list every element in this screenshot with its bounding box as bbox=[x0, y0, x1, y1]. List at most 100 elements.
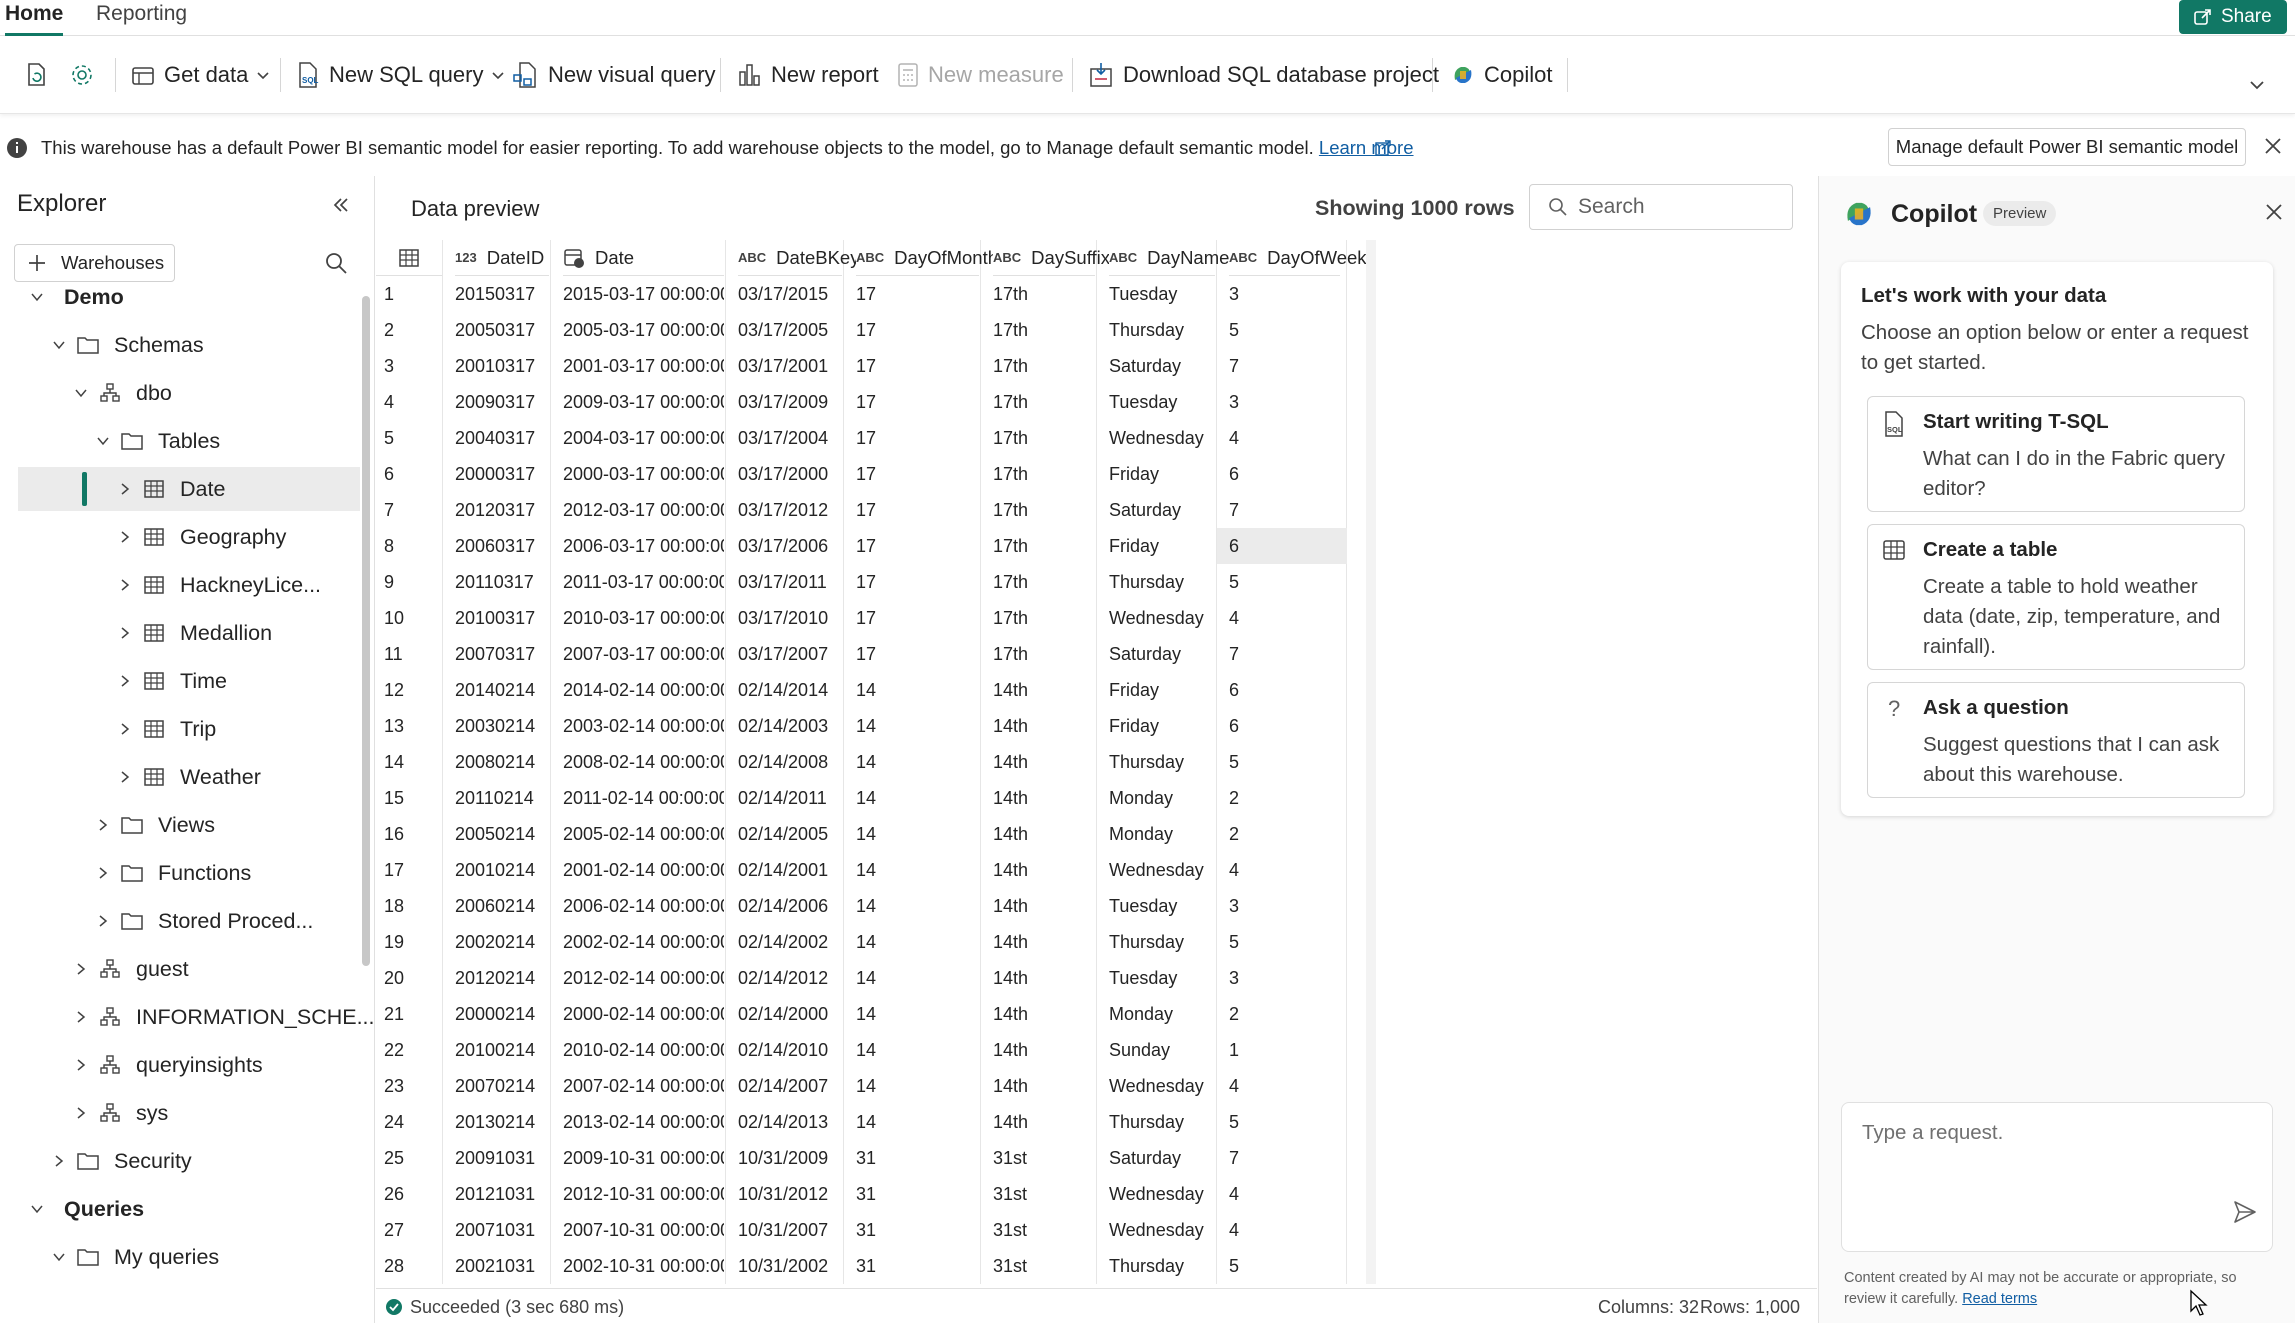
table-cell[interactable]: Monday bbox=[1109, 996, 1215, 1032]
column-header[interactable]: ABC DayOfMonth bbox=[856, 240, 998, 276]
table-cell[interactable]: Friday bbox=[1109, 672, 1215, 708]
table-cell[interactable]: 03/17/2012 bbox=[738, 492, 842, 528]
table-row[interactable]: 6 20000317 2000-03-17 00:00:00.000000 03/17… bbox=[376, 456, 1376, 492]
table-row[interactable]: 16 20050214 2005-02-14 00:00:00.000000 02/1… bbox=[376, 816, 1376, 852]
table-cell[interactable]: Monday bbox=[1109, 816, 1215, 852]
new-visual-query-button[interactable]: New visual query bbox=[512, 55, 716, 95]
table-cell[interactable]: 03/17/2007 bbox=[738, 636, 842, 672]
tree-item[interactable]: Weather bbox=[112, 755, 261, 799]
table-row[interactable]: 23 20070214 2007-02-14 00:00:00.000000 02/1… bbox=[376, 1068, 1376, 1104]
table-cell[interactable]: 4 bbox=[1229, 1212, 1340, 1248]
table-cell[interactable]: 2 bbox=[1229, 996, 1340, 1032]
table-cell[interactable]: 20140214 bbox=[455, 672, 549, 708]
table-cell[interactable]: 2008-02-14 00:00:00.000000 bbox=[563, 744, 724, 780]
chevron-right-icon[interactable] bbox=[90, 818, 116, 832]
table-row[interactable]: 2 20050317 2005-03-17 00:00:00.000000 03/17… bbox=[376, 312, 1376, 348]
table-row[interactable]: 3 20010317 2001-03-17 00:00:00.000000 03/17… bbox=[376, 348, 1376, 384]
table-row[interactable]: 24 20130214 2013-02-14 00:00:00.000000 02/1… bbox=[376, 1104, 1376, 1140]
table-cell[interactable]: 20080214 bbox=[455, 744, 549, 780]
tree-item[interactable]: HackneyLice... bbox=[112, 563, 321, 607]
table-cell[interactable]: 02/14/2003 bbox=[738, 708, 842, 744]
table-cell[interactable]: 31 bbox=[856, 1140, 979, 1176]
table-cell[interactable]: 20100214 bbox=[455, 1032, 549, 1068]
table-cell[interactable]: 20060214 bbox=[455, 888, 549, 924]
table-cell[interactable]: 31st bbox=[993, 1140, 1095, 1176]
table-cell[interactable]: 20121031 bbox=[455, 1176, 549, 1212]
table-cell[interactable]: 02/14/2005 bbox=[738, 816, 842, 852]
table-cell[interactable]: 2015-03-17 00:00:00.000000 bbox=[563, 276, 724, 312]
refresh-button[interactable] bbox=[22, 55, 50, 95]
table-cell[interactable]: 17 bbox=[856, 384, 979, 420]
table-cell[interactable]: 5 bbox=[1229, 1248, 1340, 1284]
tree-item[interactable]: Stored Proced... bbox=[90, 899, 313, 943]
table-cell[interactable]: 2005-02-14 00:00:00.000000 bbox=[563, 816, 724, 852]
table-cell[interactable]: 20030214 bbox=[455, 708, 549, 744]
chevron-down-icon[interactable] bbox=[24, 1202, 50, 1216]
tab-reporting[interactable]: Reporting bbox=[96, 2, 187, 36]
table-cell[interactable]: Tuesday bbox=[1109, 888, 1215, 924]
table-row[interactable]: 13 20030214 2003-02-14 00:00:00.000000 02/1… bbox=[376, 708, 1376, 744]
chevron-right-icon[interactable] bbox=[90, 866, 116, 880]
suggestion-start-tsql[interactable]: SQL Start writing T-SQL What can I do in… bbox=[1867, 396, 2245, 512]
table-cell[interactable]: 20150317 bbox=[455, 276, 549, 312]
table-cell[interactable]: 20110214 bbox=[455, 780, 549, 816]
table-cell[interactable]: 20120317 bbox=[455, 492, 549, 528]
table-cell[interactable]: 20090317 bbox=[455, 384, 549, 420]
table-cell[interactable]: 20110317 bbox=[455, 564, 549, 600]
table-cell[interactable]: 17 bbox=[856, 636, 979, 672]
chevron-right-icon[interactable] bbox=[46, 1154, 72, 1168]
chevron-right-icon[interactable] bbox=[90, 914, 116, 928]
table-cell[interactable]: Thursday bbox=[1109, 564, 1215, 600]
tree-item[interactable]: sys bbox=[68, 1091, 168, 1135]
table-cell[interactable]: 7 bbox=[1229, 348, 1340, 384]
table-cell[interactable]: 20070214 bbox=[455, 1068, 549, 1104]
table-cell[interactable]: 31 bbox=[856, 1212, 979, 1248]
table-cell[interactable]: 10/31/2002 bbox=[738, 1248, 842, 1284]
table-cell[interactable]: 2002-10-31 00:00:00.000000 bbox=[563, 1248, 724, 1284]
grid-scrollbar[interactable] bbox=[1366, 240, 1376, 1284]
table-cell[interactable]: 4 bbox=[1229, 600, 1340, 636]
table-cell[interactable]: Tuesday bbox=[1109, 276, 1215, 312]
table-cell[interactable]: 17th bbox=[993, 348, 1095, 384]
table-cell[interactable]: 2001-03-17 00:00:00.000000 bbox=[563, 348, 724, 384]
table-row[interactable]: 9 20110317 2011-03-17 00:00:00.000000 03/17… bbox=[376, 564, 1376, 600]
read-terms-link[interactable]: Read terms bbox=[1962, 1291, 2037, 1307]
table-cell[interactable]: 2012-10-31 00:00:00.000000 bbox=[563, 1176, 724, 1212]
table-row[interactable]: 27 20071031 2007-10-31 00:00:00.000000 10/3… bbox=[376, 1212, 1376, 1248]
table-cell[interactable]: 17 bbox=[856, 456, 979, 492]
table-cell[interactable]: 7 bbox=[1229, 636, 1340, 672]
table-cell[interactable]: 17 bbox=[856, 348, 979, 384]
table-row[interactable]: 21 20000214 2000-02-14 00:00:00.000000 02/1… bbox=[376, 996, 1376, 1032]
table-cell[interactable]: 02/14/2007 bbox=[738, 1068, 842, 1104]
table-cell[interactable]: Friday bbox=[1109, 528, 1215, 564]
column-header[interactable]: ABC DayOfWeek bbox=[1229, 240, 1367, 276]
table-cell[interactable]: 17th bbox=[993, 600, 1095, 636]
send-button[interactable] bbox=[2232, 1199, 2258, 1230]
table-cell[interactable]: Sunday bbox=[1109, 1032, 1215, 1068]
chevron-right-icon[interactable] bbox=[112, 578, 138, 592]
table-cell[interactable]: 14 bbox=[856, 1032, 979, 1068]
table-cell[interactable]: Wednesday bbox=[1109, 420, 1215, 456]
table-cell[interactable]: Friday bbox=[1109, 456, 1215, 492]
table-row[interactable]: 10 20100317 2010-03-17 00:00:00.000000 03/1… bbox=[376, 600, 1376, 636]
tree-item[interactable]: Tables bbox=[90, 419, 220, 463]
chevron-right-icon[interactable] bbox=[68, 1058, 94, 1072]
select-all-cell[interactable] bbox=[376, 240, 442, 276]
table-cell[interactable]: 17th bbox=[993, 384, 1095, 420]
table-cell[interactable]: 2007-02-14 00:00:00.000000 bbox=[563, 1068, 724, 1104]
table-cell[interactable]: 4 bbox=[1229, 1068, 1340, 1104]
tree-item[interactable]: Functions bbox=[90, 851, 251, 895]
table-cell[interactable]: 2001-02-14 00:00:00.000000 bbox=[563, 852, 724, 888]
table-cell[interactable]: 17th bbox=[993, 312, 1095, 348]
chevron-right-icon[interactable] bbox=[68, 962, 94, 976]
table-cell[interactable]: 03/17/2015 bbox=[738, 276, 842, 312]
chevron-down-icon[interactable] bbox=[68, 386, 94, 400]
new-sql-query-button[interactable]: SQL New SQL query bbox=[295, 55, 505, 95]
table-cell[interactable]: 2010-03-17 00:00:00.000000 bbox=[563, 600, 724, 636]
chevron-right-icon[interactable] bbox=[112, 770, 138, 784]
copilot-request-input[interactable]: Type a request. bbox=[1841, 1102, 2273, 1252]
table-cell[interactable]: 14th bbox=[993, 960, 1095, 996]
column-header[interactable]: ABC DaySuffix bbox=[993, 240, 1110, 276]
table-cell[interactable]: 17th bbox=[993, 528, 1095, 564]
close-infobar-button[interactable] bbox=[2263, 136, 2283, 161]
